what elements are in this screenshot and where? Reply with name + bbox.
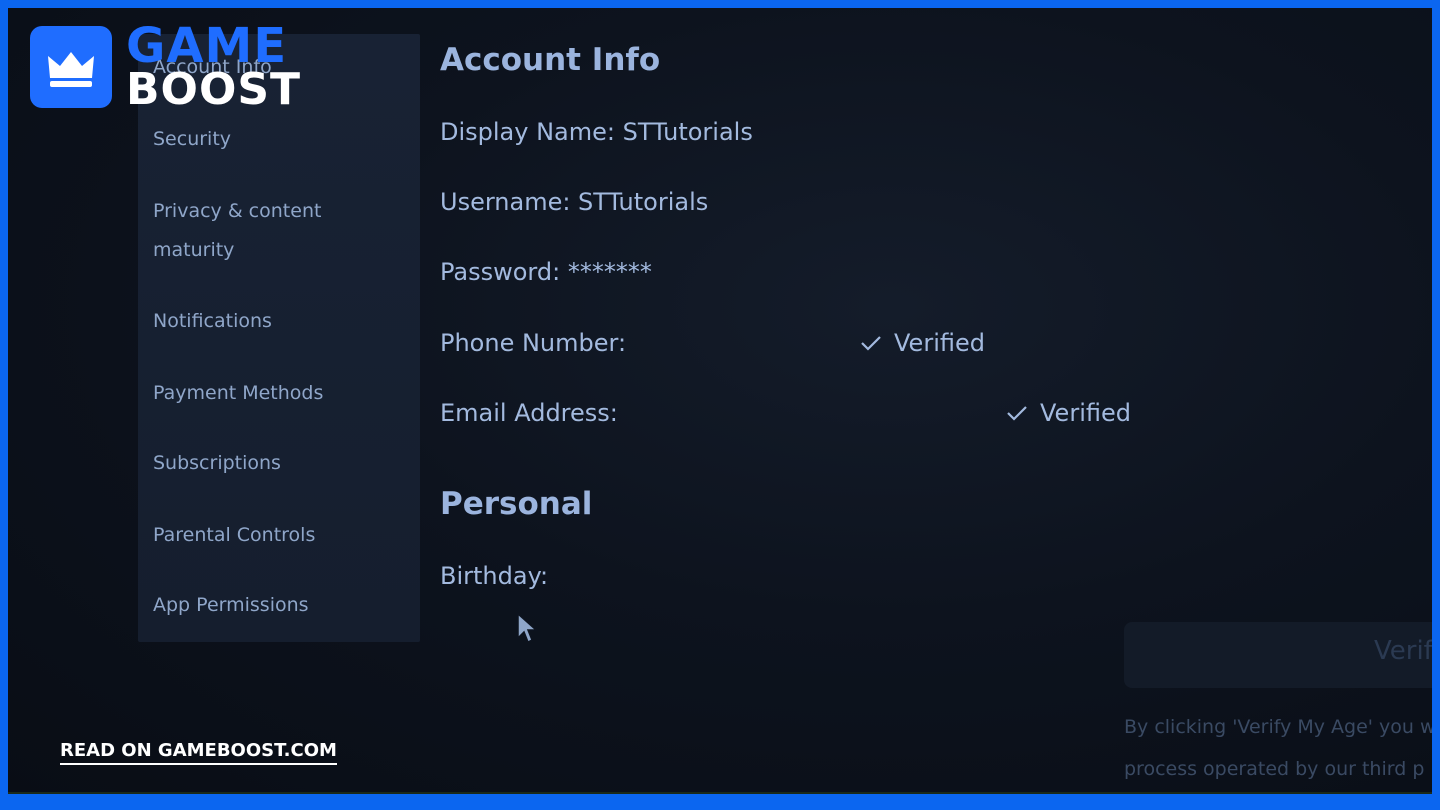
phone-verified-text: Verified (894, 329, 985, 357)
sidebar-item-notifications[interactable]: Notifications (153, 302, 403, 341)
sidebar-item-privacy[interactable]: Privacy & content (153, 192, 403, 231)
screenshot-frame: Account Info Security Privacy & content … (8, 8, 1432, 794)
username-field: Username: STTutorials (440, 188, 709, 216)
bottom-strip (8, 792, 1432, 794)
birthday-label: Birthday: (440, 562, 549, 590)
sidebar-item-payment-methods[interactable]: Payment Methods (153, 374, 403, 413)
personal-heading: Personal (440, 486, 593, 522)
email-verified-text: Verified (1040, 399, 1131, 427)
sidebar-item-parental-controls[interactable]: Parental Controls (153, 516, 403, 555)
checkmark-icon (861, 336, 881, 351)
display-name-field: Display Name: STTutorials (440, 118, 753, 146)
email-verified-status: Verified (1006, 399, 1131, 427)
verify-my-age-button[interactable]: Verify My Age (1124, 622, 1432, 688)
account-info-heading: Account Info (440, 42, 661, 78)
gameboost-logo: GAME BOOST (30, 18, 300, 115)
disclaimer-line-1: By clicking 'Verify My Age' you w (1124, 716, 1432, 738)
sidebar-item-subscriptions[interactable]: Subscriptions (153, 444, 403, 483)
settings-sidebar: Account Info Security Privacy & content … (138, 34, 420, 642)
phone-number-label: Phone Number: (440, 329, 627, 357)
disclaimer-line-2: process operated by our third p (1124, 758, 1425, 780)
checkmark-icon (1007, 406, 1027, 421)
crown-icon (48, 52, 94, 87)
mouse-cursor-icon (517, 612, 538, 644)
verify-my-age-label: Verify My Age (1374, 636, 1432, 666)
email-address-label: Email Address: (440, 399, 618, 427)
password-field: Password: ******* (440, 258, 652, 286)
phone-verified-status: Verified (860, 329, 985, 357)
read-on-gameboost-link[interactable]: READ ON GAMEBOOST.COM (60, 740, 337, 765)
verify-disclaimer: By clicking 'Verify My Age' you w proces… (1124, 706, 1432, 790)
logo-word-boost: BOOST (126, 64, 302, 115)
sidebar-item-app-permissions[interactable]: App Permissions (153, 586, 403, 625)
sidebar-item-security[interactable]: Security (153, 120, 403, 159)
logo-badge (30, 26, 112, 108)
sidebar-item-privacy-line2[interactable]: maturity (153, 231, 403, 270)
